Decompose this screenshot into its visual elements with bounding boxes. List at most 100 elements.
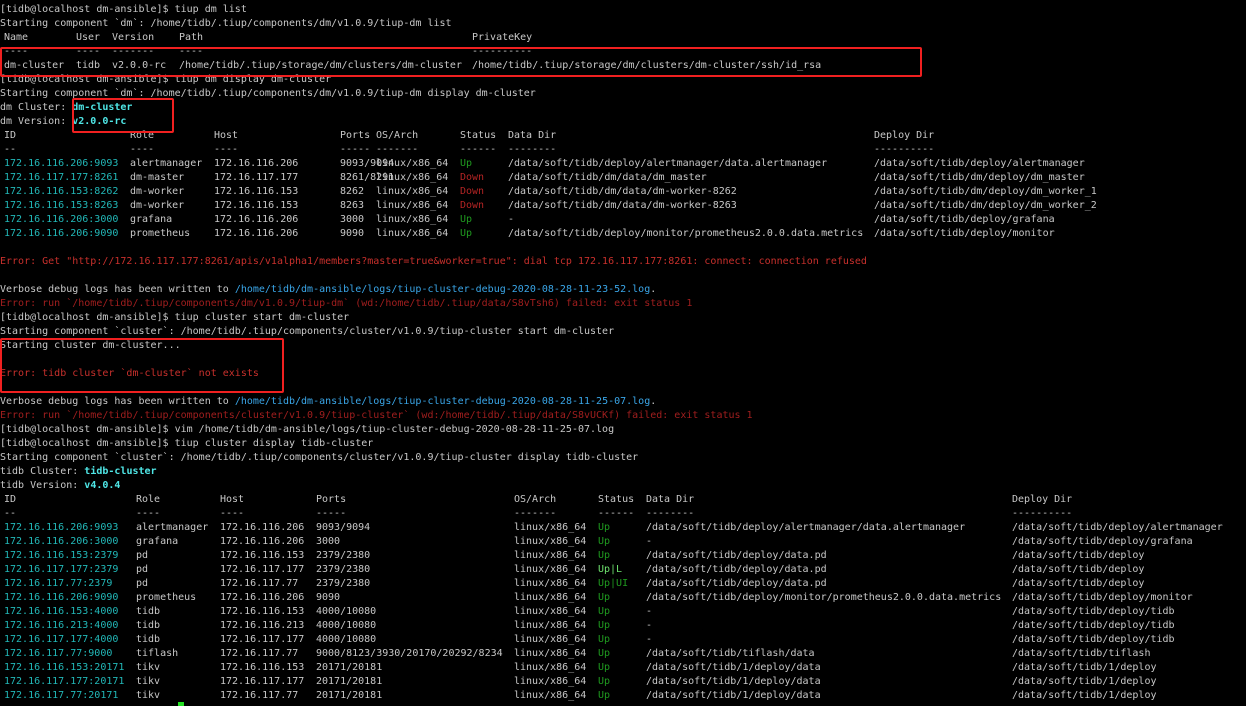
column-header: PrivateKey	[472, 32, 533, 43]
line-text: v2.0.0-rc	[72, 116, 127, 127]
status-badge: Up	[598, 522, 611, 533]
table-cell: linux/x86_64	[514, 690, 587, 701]
table-cell: pd	[136, 550, 149, 561]
error-line: Error: run `/home/tidb/.tiup/components/…	[0, 297, 1246, 311]
table-row: 172.16.116.153:8262 dm-worker 172.16.116.1…	[0, 185, 1246, 199]
table-row: 172.16.116.206:3000 grafana 172.16.116.206…	[0, 535, 1246, 549]
table-cell: linux/x86_64	[376, 186, 449, 197]
table-cell: 172.16.116.206:3000	[4, 214, 119, 225]
table-row: 172.16.116.206:9093 alertmanager 172.16.11…	[0, 521, 1246, 535]
table-cell: linux/x86_64	[514, 550, 587, 561]
table-cell: /data/soft/tidb/dm/data/dm_master	[508, 172, 707, 183]
table-cell: linux/x86_64	[514, 564, 587, 575]
table-cell: 20171/20181	[316, 676, 383, 687]
table-cell: dm-cluster	[4, 60, 65, 71]
table-cell: /data/soft/tidb/deploy/tidb	[1012, 606, 1175, 617]
table-cell: tidb	[136, 634, 161, 645]
column-divider: -------	[514, 508, 557, 519]
table-row: 172.16.117.77:2379 pd 172.16.117.77 2379/23…	[0, 577, 1246, 591]
table-cell: 172.16.116.206	[220, 536, 305, 547]
status-badge: Up|L	[598, 564, 623, 575]
table-cell: 172.16.116.206:9093	[4, 158, 119, 169]
table-cell: 172.16.116.206:9090	[4, 592, 119, 603]
status-badge: Up	[598, 690, 611, 701]
terminal-output[interactable]: [tidb@localhost dm-ansible]$ tiup dm lis…	[0, 3, 1246, 703]
table-cell: 172.16.117.177	[220, 564, 305, 575]
column-header: Deploy Dir	[874, 130, 935, 141]
table-cell: 172.16.117.177	[214, 172, 299, 183]
table-cell: linux/x86_64	[514, 522, 587, 533]
output-line: Starting component `dm`: /home/tidb/.tiu…	[0, 17, 1246, 31]
table-cell: /date/soft/tidb/deploy/tidb	[1012, 620, 1175, 631]
table-cell: prometheus	[130, 228, 191, 239]
table-cell: 8262	[340, 186, 365, 197]
table-cell: /data/soft/tidb/deploy/data.pd	[646, 578, 827, 589]
table-cell: /home/tidb/.tiup/storage/dm/clusters/dm-…	[179, 60, 462, 71]
line-text: Error: run `/home/tidb/.tiup/components/…	[0, 410, 753, 421]
log-path-link[interactable]: /home/tidb/dm-ansible/logs/tiup-cluster-…	[235, 396, 650, 407]
column-header: Version	[112, 32, 155, 43]
column-divider: -------	[376, 144, 419, 155]
table-cell: 172.16.117.77:20171	[4, 690, 119, 701]
table-cell: 172.16.116.206	[214, 214, 299, 225]
line-text: [tidb@localhost dm-ansible]$ tiup cluste…	[0, 312, 350, 323]
table-cell: grafana	[130, 214, 173, 225]
status-badge: Up	[598, 648, 611, 659]
table-cell: 172.16.117.177:20171	[4, 676, 125, 687]
line-text: .	[650, 396, 657, 407]
table-cell: /data/soft/tidb/deploy/alertmanager/data…	[508, 158, 828, 169]
prompt-command-line: [tidb@localhost dm-ansible]$ vim /home/t…	[0, 423, 1246, 437]
table-cell: /data/soft/tidb/deploy/grafana	[874, 214, 1055, 225]
status-badge: Up	[598, 620, 611, 631]
status-badge: Down	[460, 186, 485, 197]
table-cell: 172.16.117.77	[220, 578, 299, 589]
table-cell: pd	[136, 564, 149, 575]
table-cell: linux/x86_64	[514, 606, 587, 617]
output-line: Starting cluster dm-cluster...	[0, 339, 1246, 353]
column-divider: ----	[76, 46, 101, 57]
table-row: 172.16.116.213:4000 tidb 172.16.116.213 400…	[0, 619, 1246, 633]
table-cell: 172.16.117.177	[220, 676, 305, 687]
log-path-link[interactable]: /home/tidb/dm-ansible/logs/tiup-cluster-…	[235, 284, 650, 295]
line-text: Error: run `/home/tidb/.tiup/components/…	[0, 298, 693, 309]
table-cell: tikv	[136, 662, 161, 673]
table-cell: 2379/2380	[316, 578, 371, 589]
table-cell: /data/soft/tidb/1/deploy/data	[646, 690, 821, 701]
table-cell: /data/soft/tidb/dm/data/dm-worker-8262	[508, 186, 737, 197]
column-header: Data Dir	[646, 494, 695, 505]
column-divider: --	[4, 508, 17, 519]
table-cell: tidb	[136, 606, 161, 617]
column-divider: ----------	[1012, 508, 1073, 519]
prompt-command-line: [tidb@localhost dm-ansible]$ tiup dm dis…	[0, 73, 1246, 87]
output-line: Verbose debug logs has been written to /…	[0, 395, 1246, 409]
line-text: [tidb@localhost dm-ansible]$ tiup dm lis…	[0, 4, 247, 15]
table-cell: 172.16.117.177:2379	[4, 564, 119, 575]
table-cell: linux/x86_64	[514, 578, 587, 589]
table-cell: 172.16.116.153:8262	[4, 186, 119, 197]
column-divider: --------	[508, 144, 557, 155]
table-cell: /data/soft/tidb/deploy	[1012, 550, 1145, 561]
output-line: dm Version: v2.0.0-rc	[0, 115, 1246, 129]
table-cell: linux/x86_64	[514, 592, 587, 603]
line-text: [tidb@localhost dm-ansible]$ tiup cluste…	[0, 438, 374, 449]
column-header: ID	[4, 494, 17, 505]
table-cell: 20171/20181	[316, 690, 383, 701]
table-cell: 9000/8123/3930/20170/20292/8234	[316, 648, 503, 659]
line-text: dm Cluster:	[0, 102, 73, 113]
table-cell: 4000/10080	[316, 634, 377, 645]
table-row: 172.16.116.153:8263 dm-worker 172.16.116.1…	[0, 199, 1246, 213]
table-cell: /data/soft/tidb/deploy/data.pd	[646, 550, 827, 561]
table-cell: 4000/10080	[316, 606, 377, 617]
table-cell: tikv	[136, 690, 161, 701]
column-divider: ----	[220, 508, 245, 519]
status-badge: Up	[598, 536, 611, 547]
error-line: Error: tidb cluster `dm-cluster` not exi…	[0, 367, 1246, 381]
column-header: Ports	[316, 494, 347, 505]
table-cell: 9090	[316, 592, 341, 603]
table-cell: 172.16.116.153	[220, 550, 305, 561]
output-line: dm Cluster: dm-cluster	[0, 101, 1246, 115]
column-header: Host	[220, 494, 245, 505]
table-cell: /data/soft/tidb/1/deploy	[1012, 690, 1157, 701]
line-text: Starting component `dm`: /home/tidb/.tiu…	[0, 18, 452, 29]
